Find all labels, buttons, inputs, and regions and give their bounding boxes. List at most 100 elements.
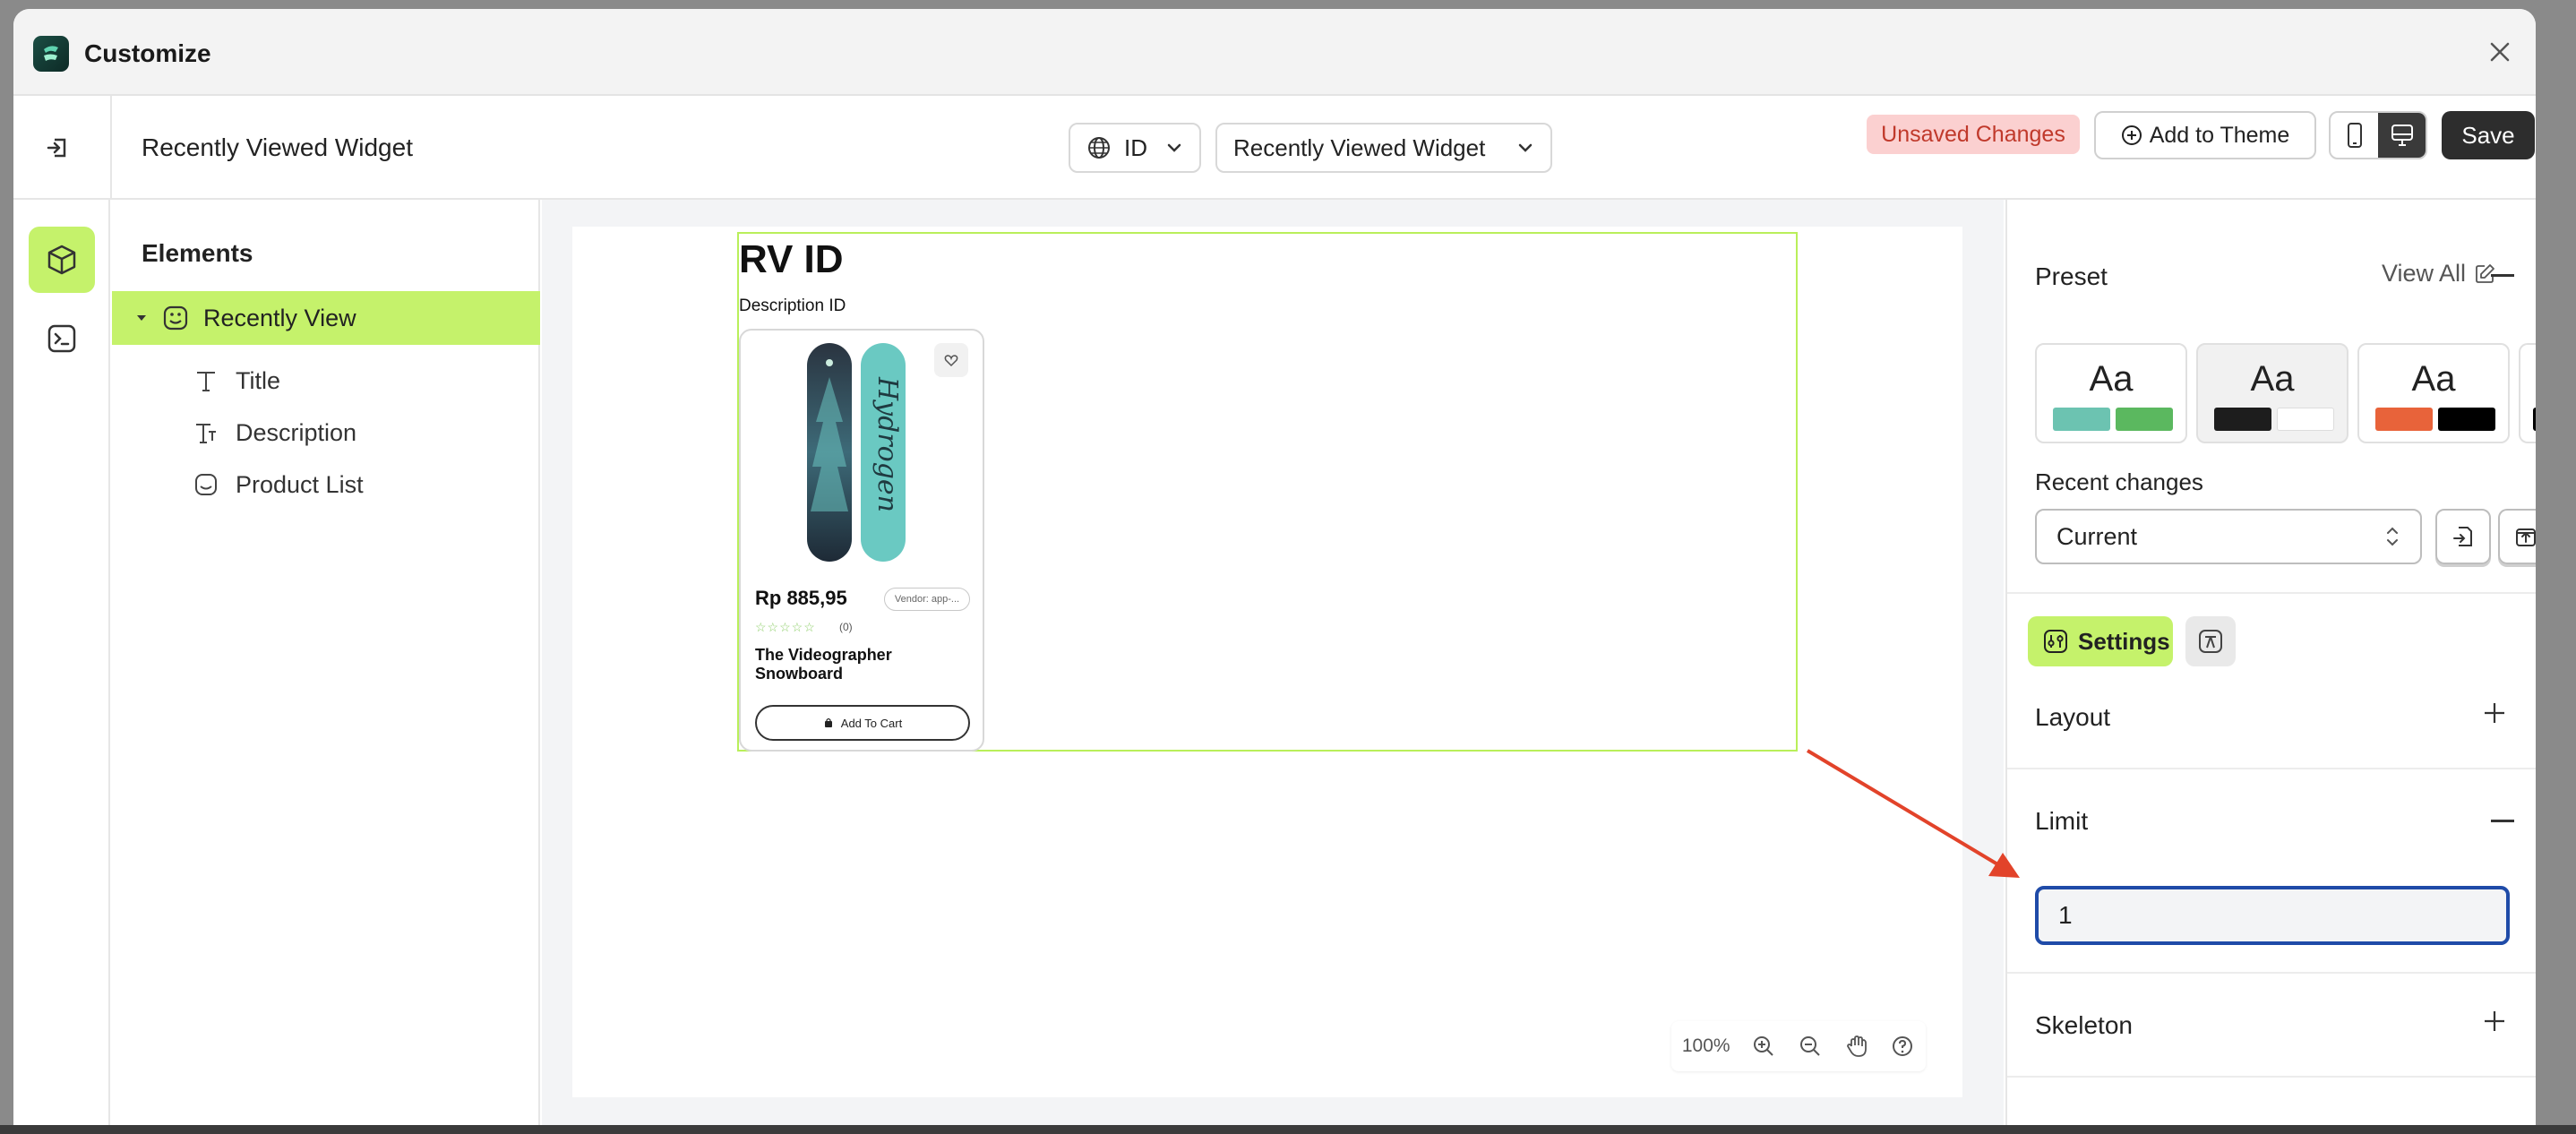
page-select[interactable]: Recently Viewed Widget xyxy=(1215,123,1552,173)
terminal-icon xyxy=(45,322,79,356)
save-button[interactable]: Save xyxy=(2442,111,2535,159)
title-bar: Customize xyxy=(13,9,2536,96)
preset-card[interactable]: Aa xyxy=(2357,343,2510,443)
expand-layout-icon[interactable] xyxy=(2482,700,2507,726)
view-all-label: View All xyxy=(2382,260,2467,287)
collapse-preset-icon[interactable] xyxy=(2491,274,2514,277)
add-to-cart-label: Add To Cart xyxy=(840,716,903,730)
preset-swatch xyxy=(2214,408,2271,431)
tree-item-description[interactable]: Description xyxy=(193,410,356,455)
limit-input[interactable] xyxy=(2035,886,2510,945)
tab-style[interactable] xyxy=(2185,616,2236,666)
preset-glyph: Aa xyxy=(2089,359,2134,399)
mobile-view-button[interactable] xyxy=(2331,113,2378,158)
recent-changes-select[interactable]: Current xyxy=(2035,509,2422,564)
tree-item-label: Description xyxy=(236,418,357,446)
zoom-toolbar: 100% xyxy=(1671,1021,1926,1071)
import-icon xyxy=(2451,524,2476,549)
exit-icon[interactable] xyxy=(40,130,76,166)
text-icon xyxy=(193,419,219,446)
device-toggle xyxy=(2329,111,2427,159)
tree-item-label: Title xyxy=(236,366,281,394)
customize-window: Customize Recently Viewed Widget ID Rece… xyxy=(13,9,2536,1129)
recent-changes-value: Current xyxy=(2057,522,2138,550)
heart-icon[interactable] xyxy=(934,343,968,377)
preset-swatch xyxy=(2053,408,2110,431)
section-divider xyxy=(2007,1076,2536,1078)
zoom-in-icon[interactable] xyxy=(1740,1021,1787,1071)
tree-item-title[interactable]: Title xyxy=(193,358,280,403)
section-divider xyxy=(2007,972,2536,974)
product-image[interactable]: Hydrogen xyxy=(803,341,911,563)
preset-card[interactable]: Aa xyxy=(2196,343,2348,443)
elements-tab-button[interactable] xyxy=(29,227,95,293)
section-divider xyxy=(2007,592,2536,594)
rating-stars-icon: ☆☆☆☆☆ xyxy=(755,620,816,634)
settings-panel: Preset View All Aa Aa Aa Recent changes … xyxy=(2005,200,2536,1129)
limit-label: Limit xyxy=(2035,807,2089,835)
view-all-button[interactable]: View All xyxy=(2382,260,2496,288)
widget-description[interactable]: Description ID xyxy=(739,296,846,316)
layout-label: Layout xyxy=(2035,703,2111,731)
preset-swatch xyxy=(2438,408,2495,431)
expand-skeleton-icon[interactable] xyxy=(2482,1009,2507,1034)
recent-changes-label: Recent changes xyxy=(2035,468,2203,495)
preset-card-partial[interactable] xyxy=(2519,343,2536,443)
preset-glyph: Aa xyxy=(2411,359,2456,399)
import-button[interactable] xyxy=(2435,509,2491,564)
preset-card[interactable]: Aa xyxy=(2035,343,2187,443)
code-tab-button[interactable] xyxy=(29,305,95,372)
chevron-down-icon xyxy=(1516,139,1534,157)
tree-item-label: Product List xyxy=(236,470,364,498)
tree-item-recently-view[interactable]: Recently View xyxy=(112,291,540,345)
elements-panel: Elements Recently View Title Description… xyxy=(112,200,540,1129)
review-count: (0) xyxy=(839,621,853,633)
close-icon[interactable] xyxy=(2482,34,2518,70)
preset-label: Preset xyxy=(2035,262,2108,290)
page-select-value: Recently Viewed Widget xyxy=(1233,133,1486,161)
product-price: Rp 885,95 xyxy=(755,587,847,609)
hand-icon[interactable] xyxy=(1833,1021,1880,1071)
left-rail xyxy=(13,200,110,1129)
elements-title: Elements xyxy=(142,239,253,267)
preset-swatch xyxy=(2533,408,2536,431)
preset-swatch xyxy=(2375,408,2433,431)
add-to-theme-button[interactable]: Add to Theme xyxy=(2094,111,2316,159)
app-title: Customize xyxy=(84,39,211,67)
preset-glyph: Aa xyxy=(2250,359,2295,399)
tab-settings-label: Settings xyxy=(2078,627,2170,655)
widget-icon xyxy=(162,305,189,331)
product-name[interactable]: The Videographer Snowboard xyxy=(755,646,934,683)
zoom-out-icon[interactable] xyxy=(1787,1021,1833,1071)
globe-icon xyxy=(1086,135,1112,160)
desktop-view-button[interactable] xyxy=(2378,113,2426,158)
widget-title[interactable]: RV ID xyxy=(739,237,844,282)
widget-icon xyxy=(193,471,219,498)
tab-settings[interactable]: Settings xyxy=(2028,616,2173,666)
cube-icon xyxy=(44,242,80,278)
preview-area: RV ID Description ID Hydrogen Rp 885,95 … xyxy=(542,200,2004,1129)
add-to-theme-label: Add to Theme xyxy=(2149,122,2290,148)
collapse-limit-icon[interactable] xyxy=(2491,820,2514,822)
tree-item-label: Recently View xyxy=(203,304,356,331)
section-divider xyxy=(2007,768,2536,769)
product-card[interactable]: Hydrogen Rp 885,95 Vendor: app-... ☆☆☆☆☆… xyxy=(739,329,984,752)
board-brand-text: Hydrogen xyxy=(872,376,903,512)
caret-down-icon[interactable] xyxy=(135,312,148,324)
app-logo-icon xyxy=(33,36,69,72)
help-icon[interactable] xyxy=(1879,1021,1926,1071)
header-divider xyxy=(110,96,112,200)
chevron-updown-icon xyxy=(2384,524,2400,549)
add-to-cart-button[interactable]: Add To Cart xyxy=(755,705,970,741)
preset-swatch xyxy=(2277,408,2334,431)
preview-canvas: RV ID Description ID Hydrogen Rp 885,95 … xyxy=(572,227,1962,1097)
language-select[interactable]: ID xyxy=(1069,123,1201,173)
export-button[interactable] xyxy=(2498,509,2536,564)
mobile-icon xyxy=(2345,122,2365,149)
chevron-down-icon xyxy=(1165,139,1183,157)
skeleton-label: Skeleton xyxy=(2035,1011,2133,1039)
page-title: Recently Viewed Widget xyxy=(142,133,413,161)
export-icon xyxy=(2513,524,2536,549)
preset-swatch xyxy=(2116,408,2173,431)
tree-item-product-list[interactable]: Product List xyxy=(193,462,364,507)
